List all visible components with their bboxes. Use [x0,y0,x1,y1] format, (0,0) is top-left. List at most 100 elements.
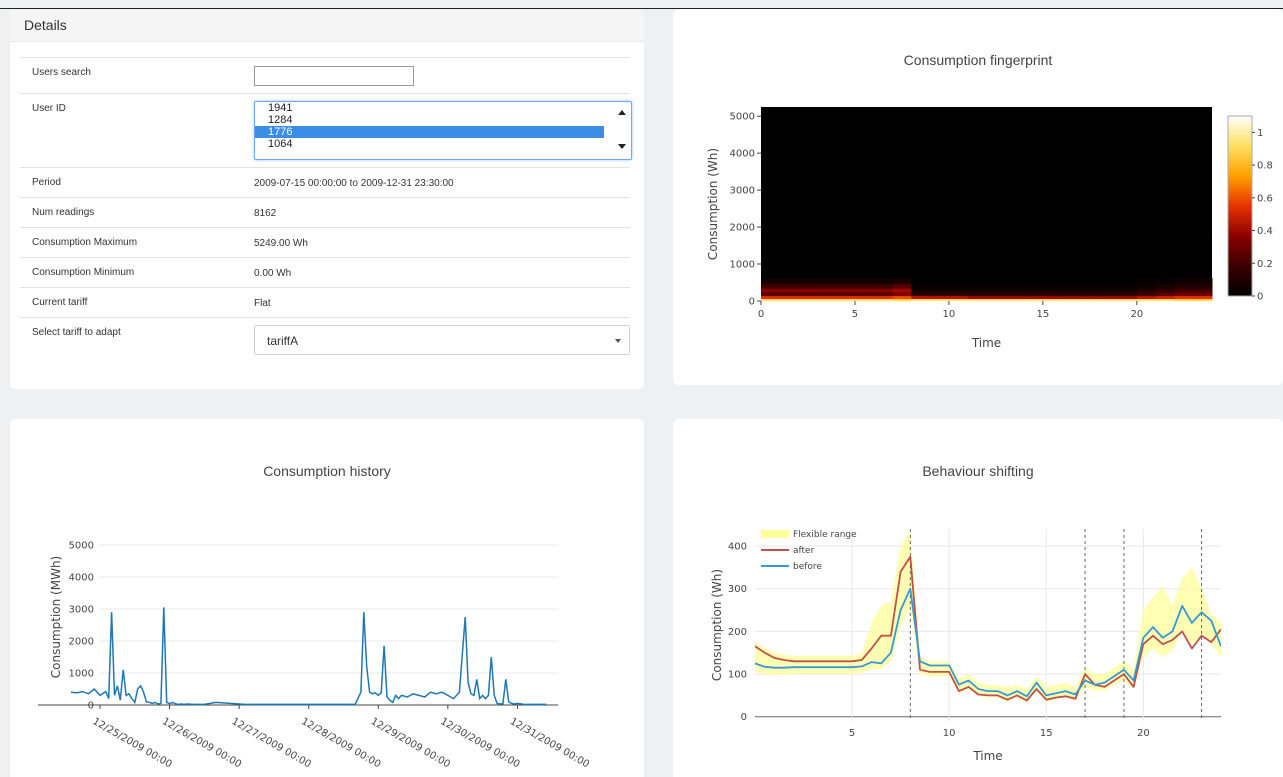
scroll-up-arrow-icon[interactable] [618,110,626,115]
x-tick-label: 20 [1137,728,1150,739]
heatmap-cell [1193,278,1213,285]
heatmap-cell [911,298,931,302]
select-tariff-label: Select tariff to adapt [32,327,121,338]
y-tick-label: 4000 [730,149,755,160]
heatmap-cell [930,283,950,289]
num-readings-value: 8162 [254,208,277,219]
user-id-listbox[interactable]: 1941 1284 1776 1064 [254,101,632,160]
heatmap-cell [892,298,912,302]
shifting-panel: Behaviour shifting 0 100 200 300 400 5 10 15 20 F… [673,419,1283,777]
heatmap-cell [1193,295,1213,300]
heatmap-cell [1155,295,1175,300]
tariff-select[interactable]: tariffA [254,325,630,355]
heatmap-cell [1005,283,1025,289]
heatmap-cell [1118,295,1138,300]
legend-label-after: after [793,546,815,556]
heatmap-cell [1005,288,1025,293]
y-tick-label: 1000 [69,669,94,680]
x-tick-label: 5 [849,728,855,739]
heatmap-cell [836,298,856,302]
num-readings-label: Num readings [32,207,95,218]
x-axis-label: Time [971,336,1001,350]
heatmap-cell [1136,288,1157,293]
heatmap-cell [1136,292,1157,297]
tariff-select-value: tariffA [267,334,299,348]
heatmap-cell [1118,288,1138,293]
user-id-option[interactable]: 1941 [255,102,604,114]
user-id-option[interactable]: 1064 [255,138,604,150]
heatmap-cell [1136,295,1157,300]
user-id-option[interactable]: 1776 [255,126,604,138]
y-tick-label: 100 [728,670,747,681]
colorbar-tick-label: 0 [1257,292,1263,303]
row-users-search: Users search [20,57,630,93]
heatmap-cell [1099,298,1119,302]
heatmap-cell [873,288,894,293]
heatmap-cell [892,288,912,293]
heatmap-cell [930,288,950,293]
heatmap-cell [779,278,800,285]
heatmap-cell [1024,295,1044,300]
heatmap-cell [1080,278,1100,285]
heatmap-cell [836,295,856,300]
heatmap-cell [798,295,818,300]
scroll-down-arrow-icon[interactable] [618,144,626,149]
users-search-input[interactable] [254,66,414,86]
heatmap-cell [817,288,837,293]
heatmap-cell [873,298,894,302]
heatmap-cell [817,295,837,300]
heatmap-cell [1080,295,1100,300]
user-id-option[interactable]: 1284 [255,114,604,126]
heatmap-cell [761,298,781,302]
y-tick-label: 0 [741,712,747,723]
heatmap-cell [836,292,856,297]
heatmap-cell [892,292,912,297]
heatmap-cell [1024,278,1044,285]
legend-label-before: before [793,562,822,572]
cons-min-value: 0.00 Wh [254,268,292,279]
heatmap-cell [873,295,894,300]
y-tick-label: 300 [728,584,747,595]
heatmap-cell [892,283,912,289]
heatmap-cell [1042,298,1063,302]
heatmap-cell [930,295,950,300]
heatmap-cell [948,295,969,300]
heatmap-cell [873,283,894,289]
x-tick-label: 20 [1130,309,1143,320]
x-tick-label: 0 [758,309,764,320]
y-tick-label: 5000 [730,112,755,123]
colorbar [1227,115,1253,297]
heatmap-cell [1005,278,1025,285]
y-axis-label: Consumption (Wh) [706,148,720,260]
details-table: Users search User ID 1941 1284 1776 1064… [20,57,632,363]
y-tick-label: 2000 [69,637,94,648]
heatmap-cell [1080,292,1100,297]
heatmap-cell [1042,292,1063,297]
heatmap-cell [873,292,894,297]
heatmap-cell [854,298,875,302]
heatmap-cell [948,283,969,289]
heatmap-cell [930,298,950,302]
cons-min-label: Consumption Minimum [32,267,135,278]
history-panel: Consumption history 0 1000 2000 3000 4000 500… [10,419,644,777]
heatmap-cell [1136,283,1157,289]
heatmap-cell [1136,278,1157,285]
heatmap-cell [1118,278,1138,285]
colorbar-tick-label: 0.2 [1257,259,1273,270]
fingerprint-chart: 0 5 10 15 20010002000300040005000TimeConsump… [706,107,1273,350]
heatmap-cell [948,288,969,293]
heatmap-cell [779,292,800,297]
y-tick-label: 0 [88,701,94,712]
heatmap-cell [1193,283,1213,289]
heatmap-cell [1080,288,1100,293]
y-tick-label: 0 [749,297,755,308]
heatmap-cell [854,278,875,285]
heatmap-cell [1193,288,1213,293]
heatmap-cell [798,288,818,293]
heatmap-cell [1174,292,1194,297]
heatmap-cell [1024,292,1044,297]
row-select-tariff: Select tariff to adapt tariffA [20,317,630,363]
heatmap-cell [761,288,781,293]
heatmap-cell [1099,278,1119,285]
user-id-label: User ID [32,103,66,114]
